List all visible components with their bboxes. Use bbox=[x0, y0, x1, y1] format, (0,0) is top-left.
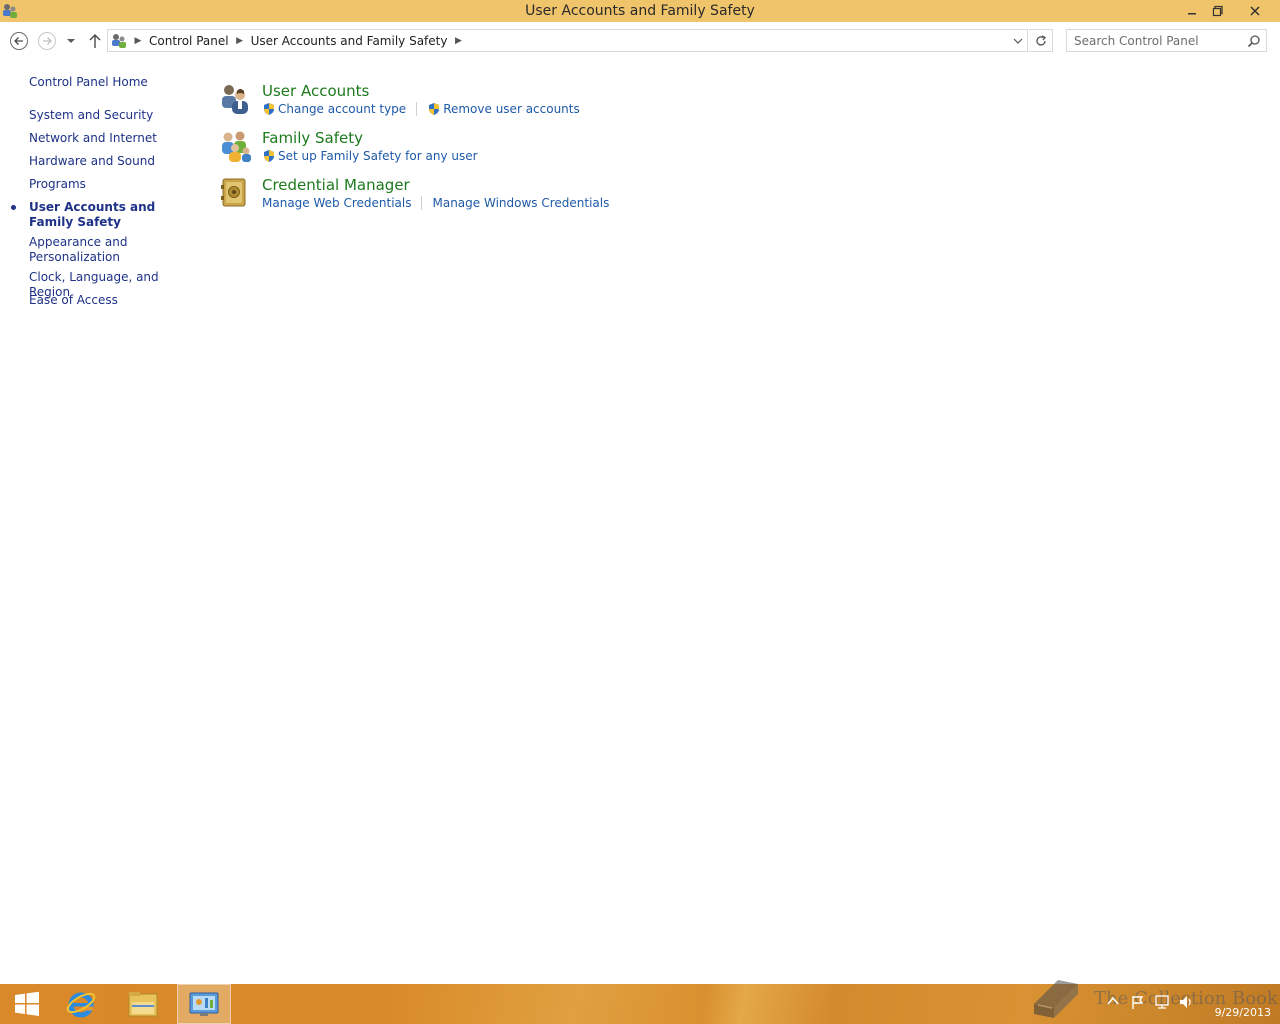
action-center-flag-icon[interactable] bbox=[1130, 994, 1146, 1010]
restore-button[interactable] bbox=[1204, 0, 1232, 22]
search-box[interactable] bbox=[1066, 29, 1267, 52]
category-title-user-accounts[interactable]: User Accounts bbox=[262, 82, 369, 100]
clock-date: 9/29/2013 bbox=[1214, 1006, 1271, 1019]
setup-family-safety-label[interactable]: Set up Family Safety for any user bbox=[278, 149, 478, 163]
manage-web-credentials-link[interactable]: Manage Web Credentials bbox=[262, 196, 411, 210]
folder-icon bbox=[128, 992, 158, 1017]
control-panel-taskbar-button[interactable] bbox=[177, 984, 231, 1024]
minimize-button[interactable] bbox=[1178, 0, 1206, 22]
search-input[interactable] bbox=[1067, 30, 1237, 51]
sidebar-item-control-panel-home[interactable]: Control Panel Home bbox=[29, 75, 189, 90]
current-item-bullet bbox=[11, 205, 16, 210]
uac-shield-icon bbox=[264, 150, 274, 162]
address-dropdown-button[interactable] bbox=[1011, 33, 1025, 49]
link-divider bbox=[421, 196, 423, 210]
uac-shield-icon bbox=[264, 103, 274, 115]
chevron-down-icon bbox=[1013, 38, 1023, 44]
internet-explorer-icon bbox=[66, 992, 96, 1018]
refresh-button[interactable] bbox=[1029, 29, 1053, 52]
control-panel-icon bbox=[189, 992, 219, 1016]
task-links: Change account type Remove user accounts bbox=[262, 102, 580, 116]
window-title: User Accounts and Family Safety bbox=[525, 3, 755, 19]
change-account-type-label[interactable]: Change account type bbox=[278, 102, 406, 116]
remove-user-accounts-link[interactable]: Remove user accounts bbox=[427, 102, 580, 116]
refresh-icon bbox=[1035, 34, 1046, 46]
forward-button[interactable] bbox=[37, 31, 57, 51]
sidebar-item-appearance[interactable]: Appearance and Personalization bbox=[29, 235, 129, 265]
breadcrumb-separator-icon[interactable]: ▶ bbox=[451, 36, 465, 46]
sidebar-item-system-security[interactable]: System and Security bbox=[29, 108, 189, 123]
close-button[interactable] bbox=[1232, 0, 1278, 22]
sidebar-item-user-accounts[interactable]: User Accounts and Family Safety bbox=[29, 200, 179, 230]
file-explorer-button[interactable] bbox=[116, 984, 170, 1024]
category-title-family-safety[interactable]: Family Safety bbox=[262, 129, 363, 147]
uac-shield-icon bbox=[429, 103, 440, 115]
breadcrumb-separator-icon[interactable]: ▶ bbox=[233, 36, 247, 46]
change-account-type-link[interactable]: Change account type bbox=[262, 102, 406, 116]
clock-time bbox=[1205, 990, 1271, 1005]
recent-locations-button[interactable] bbox=[63, 31, 79, 51]
remove-user-accounts-label[interactable]: Remove user accounts bbox=[443, 102, 580, 116]
start-button[interactable] bbox=[0, 984, 54, 1024]
system-clock[interactable]: 9/29/2013 bbox=[1205, 990, 1271, 1020]
family-safety-icon[interactable] bbox=[218, 129, 252, 163]
sidebar-item-network-internet[interactable]: Network and Internet bbox=[29, 131, 189, 146]
internet-explorer-button[interactable] bbox=[54, 984, 108, 1024]
credential-manager-icon[interactable] bbox=[218, 176, 252, 210]
category-title-credential-manager[interactable]: Credential Manager bbox=[262, 176, 410, 194]
sidebar-item-programs[interactable]: Programs bbox=[29, 177, 189, 192]
sidebar-item-ease-of-access[interactable]: Ease of Access bbox=[29, 293, 189, 308]
manage-windows-credentials-link[interactable]: Manage Windows Credentials bbox=[432, 196, 609, 210]
book-icon bbox=[1034, 980, 1078, 1018]
breadcrumb-user-accounts[interactable]: User Accounts and Family Safety bbox=[247, 34, 452, 48]
navigation-bar: ▶ Control Panel ▶ User Accounts and Fami… bbox=[0, 22, 1280, 60]
breadcrumb-separator-icon[interactable]: ▶ bbox=[131, 36, 145, 46]
breadcrumb-control-panel[interactable]: Control Panel bbox=[145, 34, 233, 48]
up-button[interactable] bbox=[85, 31, 105, 51]
up-arrow-icon bbox=[89, 34, 101, 48]
network-icon[interactable] bbox=[1154, 994, 1170, 1010]
address-bar[interactable]: ▶ Control Panel ▶ User Accounts and Fami… bbox=[107, 29, 1028, 52]
title-bar: User Accounts and Family Safety bbox=[0, 0, 1280, 22]
volume-icon[interactable] bbox=[1178, 994, 1194, 1010]
windows-logo-icon bbox=[15, 991, 39, 1016]
link-divider bbox=[416, 102, 418, 116]
show-hidden-icons-icon[interactable] bbox=[1106, 994, 1120, 1008]
back-arrow-icon bbox=[10, 32, 28, 50]
task-links: Set up Family Safety for any user bbox=[262, 149, 478, 163]
forward-arrow-icon bbox=[38, 32, 56, 50]
task-links: Manage Web Credentials Manage Windows Cr… bbox=[262, 196, 609, 210]
chevron-down-icon bbox=[67, 39, 75, 43]
search-icon[interactable] bbox=[1247, 34, 1261, 48]
sidebar-item-hardware-sound[interactable]: Hardware and Sound bbox=[29, 154, 189, 169]
user-accounts-icon[interactable] bbox=[218, 82, 252, 116]
control-panel-users-icon bbox=[111, 32, 131, 50]
back-button[interactable] bbox=[9, 31, 29, 51]
setup-family-safety-link[interactable]: Set up Family Safety for any user bbox=[262, 149, 478, 163]
